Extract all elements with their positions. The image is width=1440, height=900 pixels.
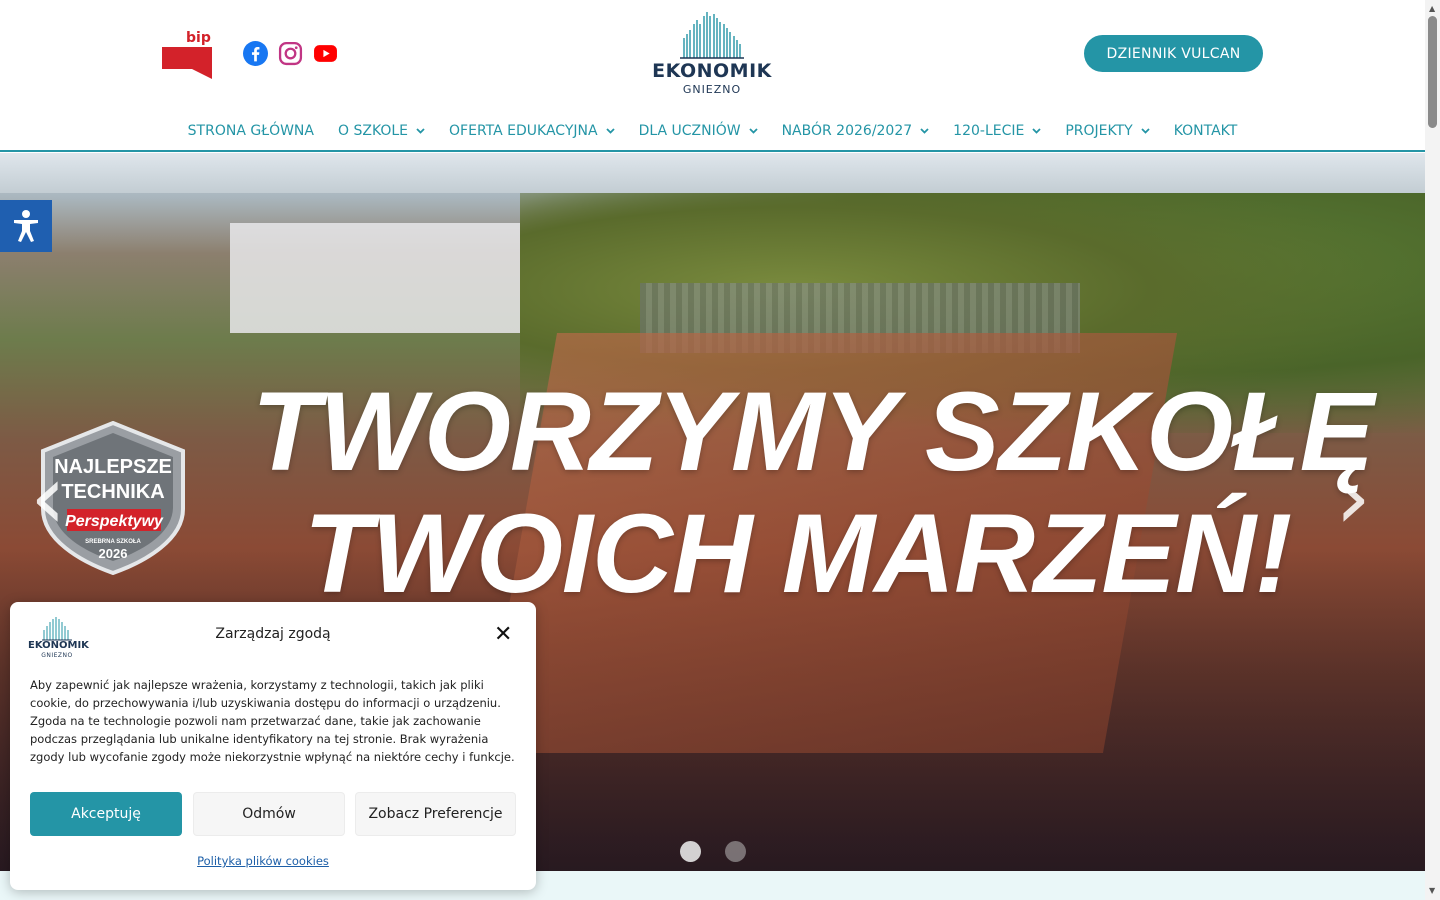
chevron-down-icon	[1141, 126, 1150, 137]
accessibility-toolbar-button[interactable]	[0, 200, 52, 252]
hero-title-line2: TWOICH MARZEŃ!	[303, 491, 1293, 616]
page-scrollbar[interactable]: ▲ ▼	[1425, 0, 1440, 900]
slider-dots	[680, 841, 746, 862]
accessibility-icon	[14, 210, 38, 242]
badge-year: 2026	[99, 546, 128, 561]
slider-prev-arrow-icon[interactable]: ‹	[30, 453, 66, 543]
scroll-down-icon[interactable]: ▼	[1429, 886, 1435, 895]
hero-title: TWORZYMY SZKOŁĘ TWOICH MARZEŃ!	[0, 371, 1425, 615]
chevron-down-icon	[605, 126, 615, 137]
cookie-title: Zarządzaj zgodą	[215, 626, 331, 642]
nav-item-6[interactable]: PROJEKTY	[1053, 114, 1161, 148]
nav-item-3[interactable]: DLA UCZNIÓW	[627, 114, 770, 148]
nav-item-label: DLA UCZNIÓW	[638, 123, 741, 139]
nav-item-label: OFERTA EDUKACYJNA	[449, 123, 598, 139]
nav-item-label: KONTAKT	[1173, 123, 1238, 139]
hero-title-line1: TWORZYMY SZKOŁĘ	[251, 369, 1375, 494]
deny-button[interactable]: Odmów	[193, 792, 345, 836]
badge-line2: TECHNIKA	[61, 481, 164, 503]
slider-next-arrow-icon[interactable]: ›	[1335, 453, 1371, 543]
nav-item-label: 120-LECIE	[953, 123, 1025, 139]
chevron-down-icon	[920, 126, 929, 137]
nav-item-7[interactable]: KONTAKT	[1162, 114, 1250, 148]
logo-name: EKONOMIK	[652, 60, 772, 82]
badge-line1: NAJLEPSZE	[54, 456, 172, 478]
building-logo-icon	[680, 12, 744, 59]
cookie-description: Aby zapewnić jak najlepsze wrażenia, kor…	[30, 678, 515, 764]
instagram-icon[interactable]	[278, 41, 303, 66]
logo-subtitle: GNIEZNO	[682, 83, 742, 96]
bip-flag-tail	[192, 69, 212, 79]
bip-label: bip	[186, 30, 211, 46]
site-logo[interactable]: EKONOMIK GNIEZNO	[650, 10, 774, 100]
chevron-down-icon	[416, 126, 425, 137]
hero-building-left	[230, 223, 520, 333]
chevron-down-icon	[1032, 126, 1041, 137]
nav-item-label: NABÓR 2026/2027	[781, 123, 913, 139]
nav-item-1[interactable]: O SZKOLE	[326, 114, 437, 148]
nav-item-0[interactable]: STRONA GŁÓWNA	[176, 114, 326, 148]
slider-dot-1[interactable]	[680, 841, 701, 862]
site-header: bip EKONOMIK GNIEZNO DZIENNIK VULCAN STR…	[0, 0, 1425, 152]
bip-flag-icon	[162, 47, 212, 69]
bip-logo[interactable]: bip	[162, 30, 214, 79]
slider-dot-2[interactable]	[725, 841, 746, 862]
badge-line3: SREBRNA SZKOŁA	[85, 539, 141, 545]
facebook-icon[interactable]	[243, 41, 268, 66]
nav-item-label: O SZKOLE	[338, 123, 409, 139]
accept-button[interactable]: Akceptuję	[30, 792, 182, 836]
nav-item-4[interactable]: NABÓR 2026/2027	[770, 114, 942, 148]
badge-brand: Perspektywy	[65, 513, 164, 530]
cookie-consent-dialog: EKONOMIK GNIEZNO Zarządzaj zgodą ✕ Aby z…	[10, 602, 536, 890]
preferences-button[interactable]: Zobacz Preferencje	[355, 792, 516, 836]
close-icon[interactable]: ✕	[494, 624, 512, 646]
scrollbar-thumb[interactable]	[1428, 16, 1437, 128]
nav-item-2[interactable]: OFERTA EDUKACYJNA	[437, 114, 627, 148]
hero-sky	[0, 153, 1425, 193]
scroll-up-icon[interactable]: ▲	[1429, 4, 1435, 13]
main-nav: STRONA GŁÓWNA O SZKOLE OFERTA EDUKACYJNA DL…	[0, 112, 1425, 152]
nav-item-label: STRONA GŁÓWNA	[187, 123, 314, 139]
cookie-policy-link[interactable]: Polityka plików cookies	[10, 854, 516, 868]
nav-item-5[interactable]: 120-LECIE	[941, 114, 1053, 148]
chevron-down-icon	[748, 126, 758, 137]
cookie-logo-subtitle: GNIEZNO	[41, 652, 73, 659]
dziennik-vulcan-button[interactable]: DZIENNIK VULCAN	[1084, 35, 1263, 72]
youtube-icon[interactable]	[313, 41, 338, 66]
nav-item-label: PROJEKTY	[1065, 123, 1133, 139]
